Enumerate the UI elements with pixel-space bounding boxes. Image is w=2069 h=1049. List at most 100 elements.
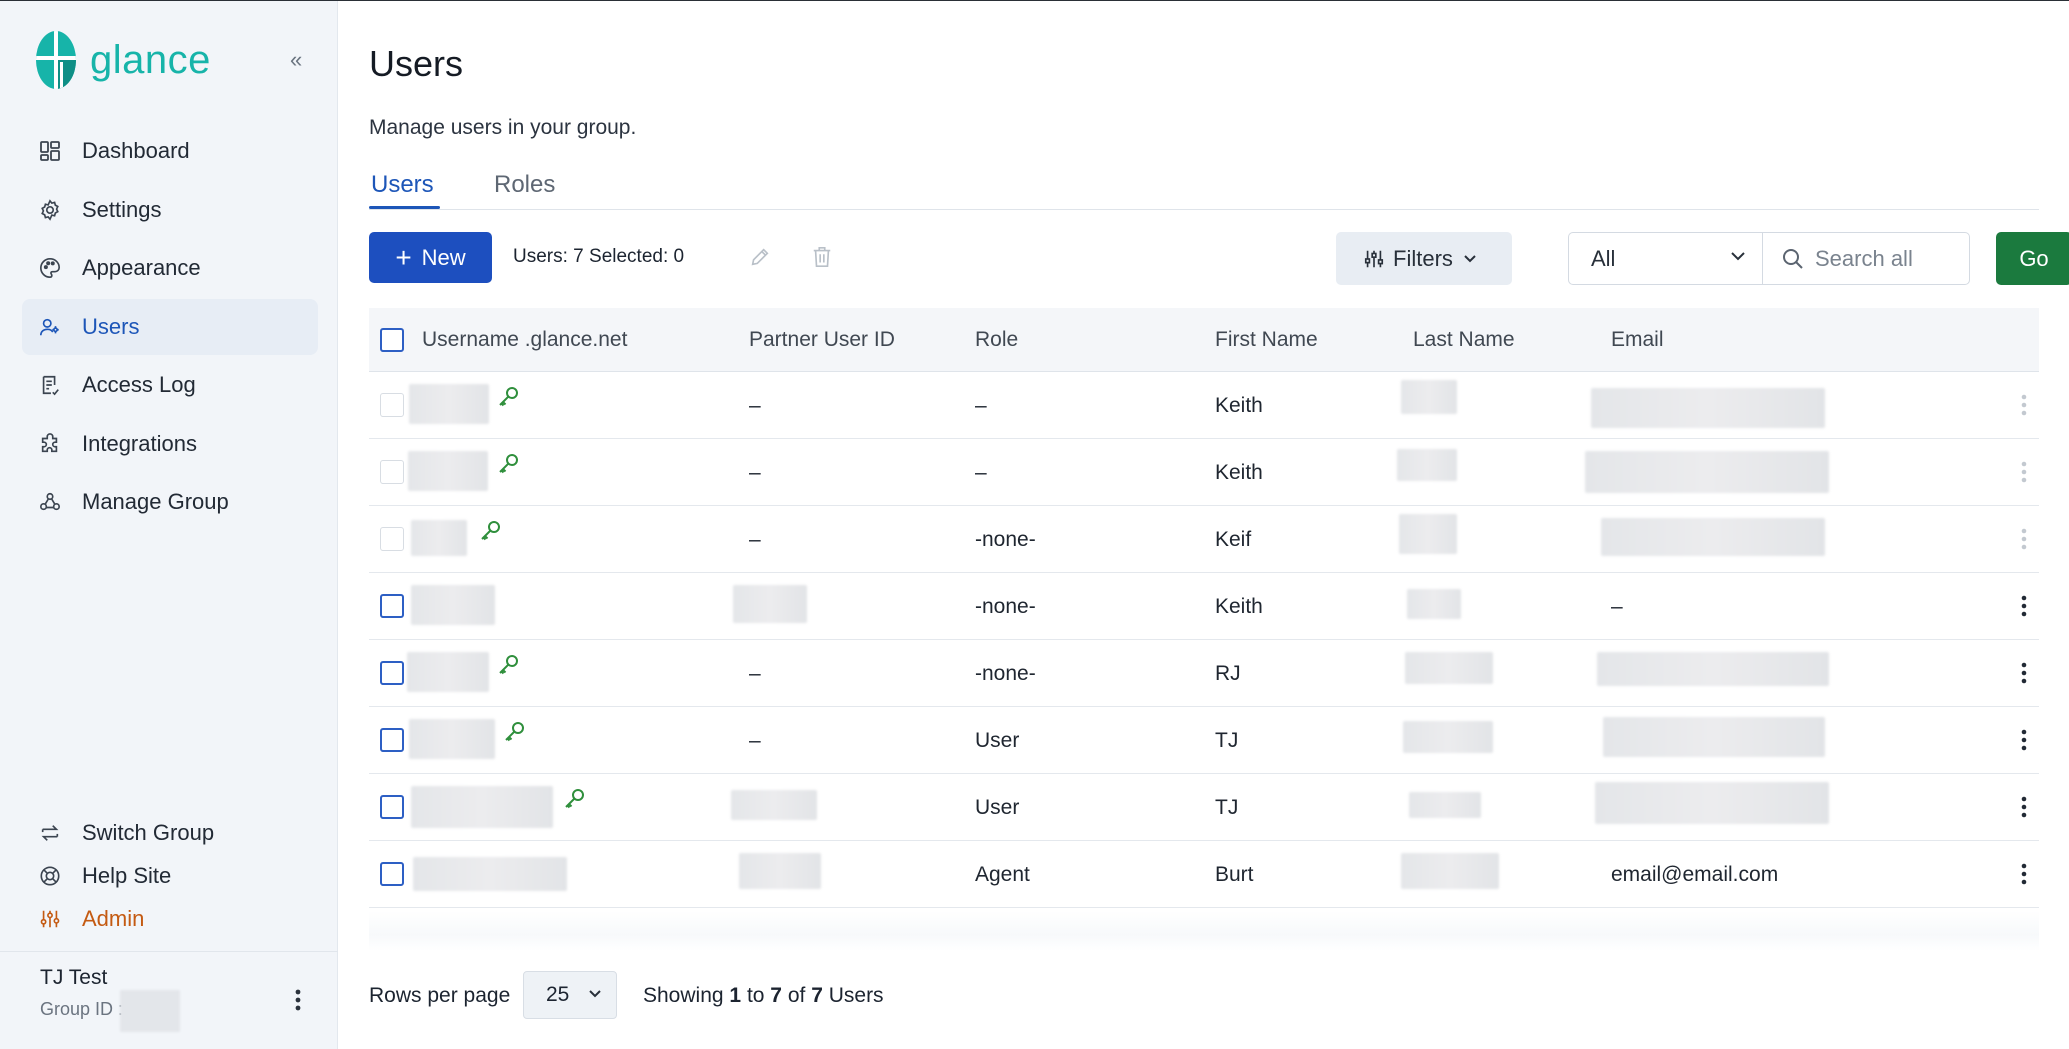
sidebar-item-admin[interactable]: Admin (22, 897, 318, 940)
first-name-cell: TJ (1215, 796, 1239, 819)
row-menu-kebab-icon[interactable] (2018, 658, 2030, 688)
column-header-last-name[interactable]: Last Name (1413, 328, 1515, 352)
row-menu-kebab-icon (2018, 524, 2030, 554)
table-row[interactable]: – – Keith (369, 372, 2039, 439)
partner-user-id-redacted (733, 585, 807, 623)
role-cell: -none- (975, 662, 1036, 685)
email-redacted (1591, 388, 1825, 428)
table-row[interactable]: -none- Keith – (369, 573, 2039, 640)
user-footer: TJ Test Group ID : (0, 951, 338, 1049)
range-total: 7 (811, 984, 823, 1007)
tab-users[interactable]: Users (371, 171, 434, 199)
email-cell: – (1611, 595, 1623, 618)
column-header-username[interactable]: Username .glance.net (422, 328, 627, 352)
column-header-partner-user-id[interactable]: Partner User ID (749, 328, 895, 352)
logo[interactable]: glance (34, 29, 211, 91)
column-header-first-name[interactable]: First Name (1215, 328, 1318, 352)
email-redacted (1595, 782, 1829, 824)
rows-per-page-value: 25 (546, 983, 570, 1006)
row-menu-kebab-icon (2018, 390, 2030, 420)
row-checkbox[interactable] (380, 594, 404, 618)
last-name-redacted (1409, 792, 1481, 818)
email-redacted (1585, 451, 1829, 493)
row-menu-kebab-icon[interactable] (2018, 792, 2030, 822)
rows-per-page-select[interactable]: 25 (523, 971, 617, 1019)
email-cell: email@email.com (1611, 863, 1779, 886)
row-checkbox (380, 393, 404, 417)
filters-button[interactable]: Filters (1336, 232, 1512, 285)
sidebar-item-settings[interactable]: Settings (22, 182, 318, 238)
tab-roles[interactable]: Roles (494, 171, 555, 199)
edit-pencil-icon[interactable] (747, 244, 773, 270)
row-checkbox[interactable] (380, 728, 404, 752)
column-header-role[interactable]: Role (975, 328, 1018, 352)
email-redacted (1601, 518, 1825, 556)
role-cell: -none- (975, 528, 1036, 551)
last-name-redacted (1403, 721, 1493, 753)
search-input[interactable] (1815, 245, 1965, 272)
row-menu-kebab-icon (2018, 457, 2030, 487)
role-cell: User (975, 729, 1020, 752)
sidebar-item-label: Manage Group (82, 489, 229, 514)
users-table: Username .glance.net Partner User ID Rol… (369, 308, 2039, 908)
table-row[interactable]: Agent Burt email@email.com (369, 841, 2039, 908)
table-row[interactable]: – User TJ (369, 707, 2039, 774)
page-subtitle: Manage users in your group. (369, 116, 637, 139)
key-icon (505, 722, 524, 742)
table-row[interactable]: – -none- Keif (369, 506, 2039, 573)
email-redacted (1603, 717, 1825, 757)
active-tab-indicator (369, 206, 440, 209)
username-redacted (409, 719, 495, 759)
sidebar-item-access-log[interactable]: Access Log (22, 357, 318, 413)
username-redacted (413, 857, 567, 891)
sidebar-item-integrations[interactable]: Integrations (22, 416, 318, 472)
row-checkbox[interactable] (380, 661, 404, 685)
first-name-cell: RJ (1215, 662, 1241, 685)
row-checkbox[interactable] (380, 795, 404, 819)
chevron-down-icon (1464, 254, 1476, 262)
scope-select[interactable]: All (1568, 232, 1762, 285)
last-name-redacted (1399, 514, 1457, 554)
sidebar-nav: Dashboard Settings Appearance Users Acce… (22, 123, 318, 533)
sidebar-item-label: Admin (82, 905, 145, 931)
sidebar-item-manage-group[interactable]: Manage Group (22, 474, 318, 530)
role-cell: – (975, 394, 987, 417)
delete-trash-icon[interactable] (809, 244, 835, 270)
role-cell: – (975, 461, 987, 484)
go-button[interactable]: Go (1996, 232, 2069, 285)
sidebar-bottom-nav: Switch Group Help Site Admin (22, 811, 318, 940)
user-name: TJ Test (40, 966, 108, 989)
new-user-button[interactable]: + New (369, 232, 492, 283)
sidebar-item-switch-group[interactable]: Switch Group (22, 811, 318, 854)
range-to: 7 (770, 984, 782, 1007)
search-field (1762, 232, 1970, 285)
table-row[interactable]: – – Keith (369, 439, 2039, 506)
table-row[interactable]: User TJ (369, 774, 2039, 841)
key-icon (499, 387, 518, 407)
gear-icon (38, 198, 62, 222)
sidebar-item-appearance[interactable]: Appearance (22, 240, 318, 296)
chevron-down-icon (589, 990, 601, 998)
row-menu-kebab-icon[interactable] (2018, 859, 2030, 889)
collapse-sidebar-button[interactable]: « (290, 49, 302, 71)
partner-user-id-cell: – (749, 394, 761, 417)
first-name-cell: Keith (1215, 461, 1263, 484)
lifebuoy-icon (38, 864, 62, 888)
username-redacted (409, 384, 489, 424)
row-menu-kebab-icon[interactable] (2018, 591, 2030, 621)
sidebar-item-users[interactable]: Users (22, 298, 318, 355)
select-all-checkbox[interactable] (380, 328, 404, 352)
sidebar-item-dashboard[interactable]: Dashboard (22, 123, 318, 179)
row-checkbox[interactable] (380, 862, 404, 886)
user-menu-kebab-icon[interactable] (286, 982, 310, 1018)
sidebar: glance « Dashboard Settings Appearance U (0, 1, 338, 1049)
table-row[interactable]: – -none- RJ (369, 640, 2039, 707)
column-header-email[interactable]: Email (1611, 328, 1664, 352)
row-menu-kebab-icon[interactable] (2018, 725, 2030, 755)
of-word: of (787, 984, 806, 1007)
partner-user-id-redacted (739, 853, 821, 889)
sidebar-item-help-site[interactable]: Help Site (22, 854, 318, 897)
last-name-redacted (1401, 380, 1457, 414)
toolbar: + New Users: 7 Selected: 0 Filters All G… (369, 232, 2069, 285)
key-icon (499, 454, 518, 474)
